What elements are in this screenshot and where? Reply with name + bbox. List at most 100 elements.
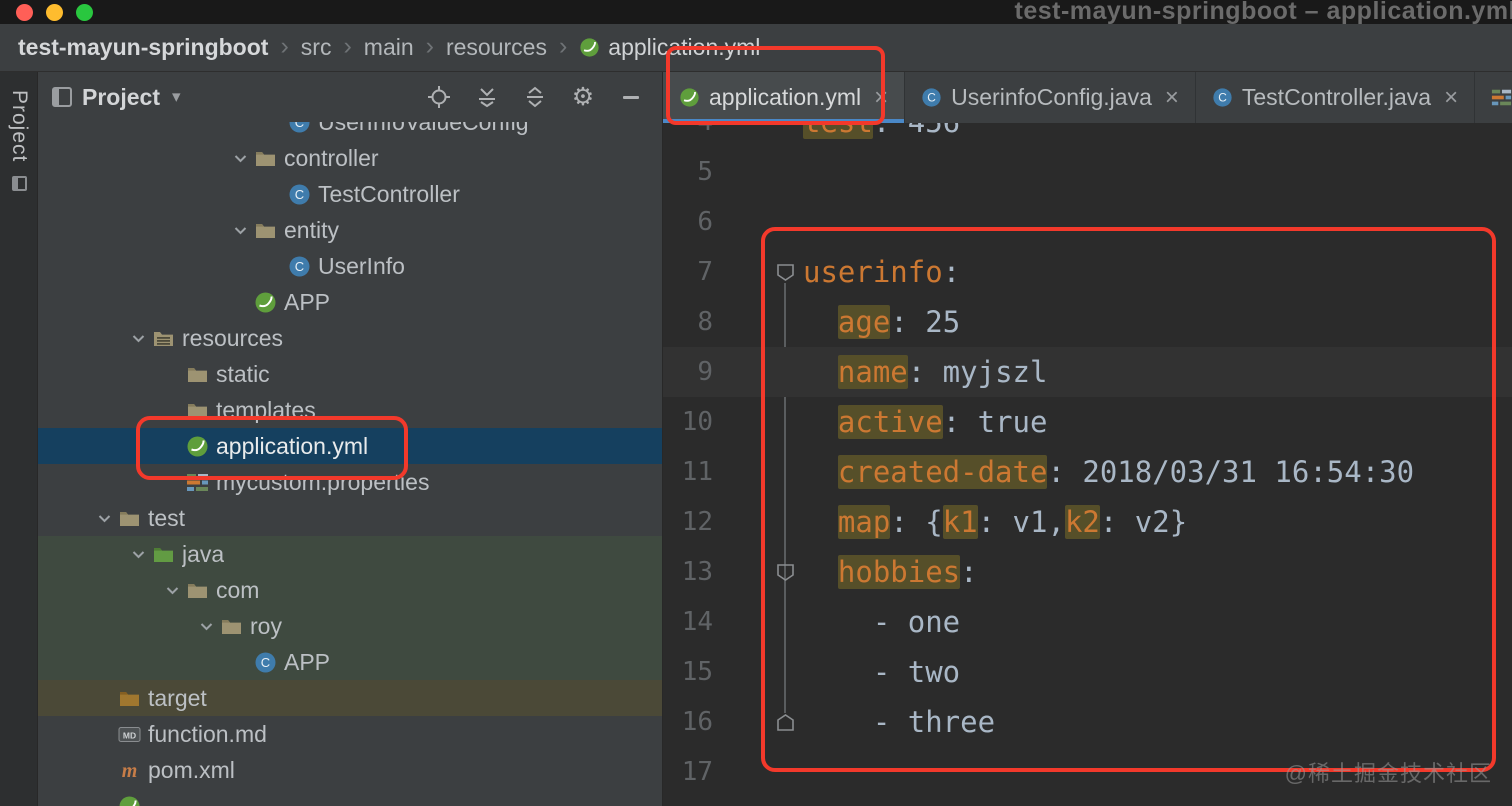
tree-item-entity[interactable]: entity xyxy=(38,212,662,248)
tree-item-testcontroller[interactable]: C TestController xyxy=(38,176,662,212)
tree-item-label: entity xyxy=(284,216,339,243)
editor-line-12[interactable]: 12 map: {k1: v1,k2: v2} xyxy=(663,497,1512,547)
collapse-all-icon[interactable] xyxy=(474,84,500,110)
tree-item-partial[interactable] xyxy=(38,788,662,806)
chevron-placeholder xyxy=(262,122,286,134)
tree-item-app[interactable]: APP xyxy=(38,284,662,320)
java-class-icon: C xyxy=(1212,87,1233,108)
editor-line-16[interactable]: 16 - three xyxy=(663,697,1512,747)
project-view-icon xyxy=(52,87,72,107)
editor-line-4[interactable]: 4 test: 456 xyxy=(663,123,1512,147)
expand-all-icon[interactable] xyxy=(522,84,548,110)
breadcrumb-item-src[interactable]: src xyxy=(301,34,332,61)
editor[interactable]: 4test: 456567userinfo:8 age: 259 name: m… xyxy=(663,123,1512,806)
tree-item-label: TestController xyxy=(318,180,460,207)
tree-item-target[interactable]: target xyxy=(38,680,662,716)
tree-item-test[interactable]: test xyxy=(38,500,662,536)
tree-item-roy[interactable]: roy xyxy=(38,608,662,644)
editor-pane: application.yml × C UserinfoConfig.java × C Te… xyxy=(663,72,1512,806)
breadcrumb-label: resources xyxy=(445,34,547,60)
tree-item-controller[interactable]: controller xyxy=(38,140,662,176)
tree-item-static[interactable]: static xyxy=(38,356,662,392)
window-title: test-mayun-springboot – application.yml xyxy=(1014,0,1512,25)
editor-line-11[interactable]: 11 created-date: 2018/03/31 16:54:30 xyxy=(663,447,1512,497)
breadcrumb-item-resources[interactable]: resources xyxy=(446,34,547,61)
hide-panel-icon[interactable] xyxy=(618,84,644,110)
editor-line-9[interactable]: 9 name: myjszl xyxy=(663,347,1512,397)
chevron-down-icon[interactable] xyxy=(228,146,252,170)
minimize-window-button[interactable] xyxy=(46,4,63,21)
tab-testcontroller.java[interactable]: C TestController.java × xyxy=(1196,72,1476,123)
breadcrumb-label: test-mayun-springboot xyxy=(18,34,269,60)
tree-item-userinfo[interactable]: C UserInfo xyxy=(38,248,662,284)
breadcrumb-item-test-mayun-springboot[interactable]: test-mayun-springboot xyxy=(18,34,268,61)
tree-item-java[interactable]: java xyxy=(38,536,662,572)
tab-userinfoconfig.java[interactable]: C UserinfoConfig.java × xyxy=(905,72,1196,123)
maximize-window-button[interactable] xyxy=(76,4,93,21)
chevron-down-icon[interactable] xyxy=(92,506,116,530)
tree-item-mycustom.properties[interactable]: mycustom.properties xyxy=(38,464,662,500)
editor-line-13[interactable]: 13 hobbies: xyxy=(663,547,1512,597)
chevron-down-icon[interactable] xyxy=(228,218,252,242)
tab-label: UserinfoConfig.java xyxy=(951,84,1152,110)
tree-item-app[interactable]: C APP xyxy=(38,644,662,680)
locate-icon[interactable] xyxy=(426,84,452,110)
chevron-placeholder xyxy=(160,398,184,422)
fold-slot xyxy=(767,197,803,247)
tree-item-label: target xyxy=(148,684,207,711)
close-icon[interactable]: × xyxy=(1444,85,1458,109)
tree-item-pom.xml[interactable]: m pom.xml xyxy=(38,752,662,788)
line-number: 7 xyxy=(697,257,713,287)
editor-line-15[interactable]: 15 - two xyxy=(663,647,1512,697)
chevron-down-icon[interactable] xyxy=(194,614,218,638)
editor-line-5[interactable]: 5 xyxy=(663,147,1512,197)
fold-end-icon[interactable] xyxy=(767,697,803,747)
svg-text:C: C xyxy=(927,91,936,105)
editor-line-14[interactable]: 14 - one xyxy=(663,597,1512,647)
breadcrumb-separator-icon: › xyxy=(425,31,434,60)
tab-application.yml[interactable]: application.yml × xyxy=(663,72,906,123)
settings-icon[interactable]: ⚙ xyxy=(570,84,596,110)
fold-start-icon[interactable] xyxy=(767,247,803,297)
line-number: 17 xyxy=(681,757,713,787)
tab-mycu[interactable]: mycu xyxy=(1475,72,1512,123)
ide-window: test-mayun-springboot – application.yml … xyxy=(0,0,1512,806)
tree-item-resources[interactable]: resources xyxy=(38,320,662,356)
fold-slot xyxy=(767,647,803,697)
editor-lines: 4test: 456567userinfo:8 age: 259 name: m… xyxy=(663,123,1512,797)
editor-line-10[interactable]: 10 active: true xyxy=(663,397,1512,447)
breadcrumb-item-main[interactable]: main xyxy=(364,34,414,61)
chevron-down-icon[interactable] xyxy=(160,578,184,602)
close-icon[interactable]: × xyxy=(874,85,888,109)
svg-text:C: C xyxy=(261,655,270,670)
folder-icon xyxy=(220,615,243,638)
project-stripe-button[interactable]: Project xyxy=(0,90,38,192)
chevron-down-icon[interactable]: ▾ xyxy=(172,87,181,107)
chevron-down-icon[interactable] xyxy=(126,326,150,350)
tree-item-com[interactable]: com xyxy=(38,572,662,608)
tree-item-templates[interactable]: templates xyxy=(38,392,662,428)
close-icon[interactable]: × xyxy=(1165,85,1179,109)
editor-line-7[interactable]: 7 userinfo: xyxy=(663,247,1512,297)
line-number: 12 xyxy=(681,507,713,537)
tree-item-userinfovalueconfig[interactable]: C UserInfoValueConfig xyxy=(38,122,662,140)
project-view-title[interactable]: Project xyxy=(82,84,160,111)
chevron-placeholder xyxy=(228,650,252,674)
project-tree-scroll: C UserInfoValueConfig controller C TestContr… xyxy=(38,122,662,806)
tree-item-application.yml[interactable]: application.yml xyxy=(38,428,662,464)
editor-line-8[interactable]: 8 age: 25 xyxy=(663,297,1512,347)
chevron-down-icon[interactable] xyxy=(126,542,150,566)
fold-start-icon[interactable] xyxy=(767,547,803,597)
editor-line-6[interactable]: 6 xyxy=(663,197,1512,247)
breadcrumb-label: application.yml xyxy=(608,34,761,60)
tree-item-label: controller xyxy=(284,144,379,171)
breadcrumb-item-application.yml[interactable]: application.yml xyxy=(579,34,760,61)
close-window-button[interactable] xyxy=(16,4,33,21)
tree-item-function.md[interactable]: MD function.md xyxy=(38,716,662,752)
